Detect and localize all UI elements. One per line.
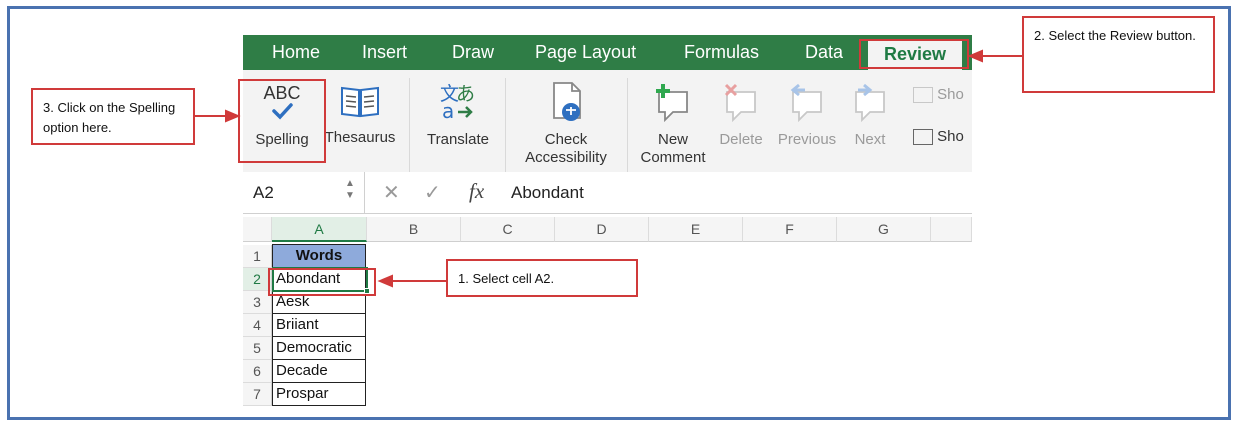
arrow-head-spelling: [225, 109, 241, 123]
arrow-head-review: [967, 49, 983, 63]
arrow-head-cell: [377, 274, 393, 288]
annotation-arrows: [195, 49, 1022, 288]
